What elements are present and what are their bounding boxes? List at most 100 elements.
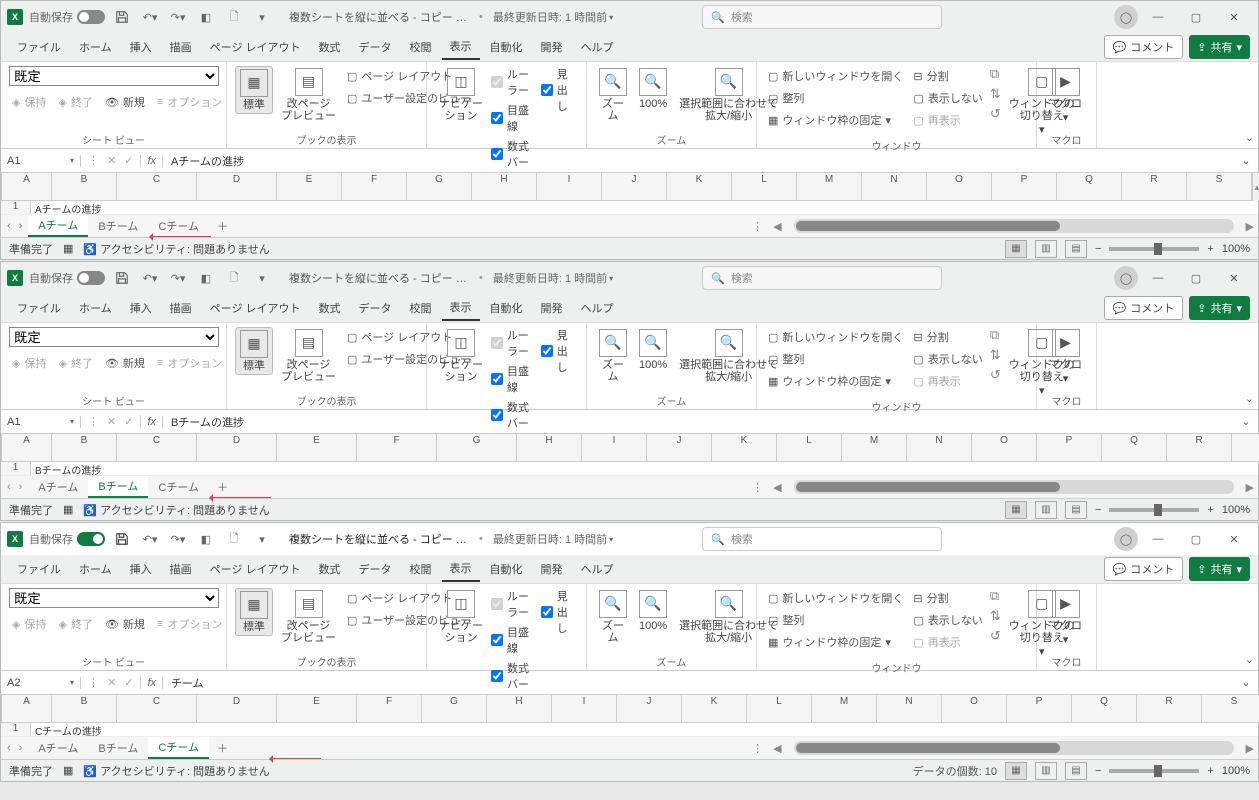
view-normal[interactable]: ▦標準 — [235, 66, 273, 114]
redo-icon[interactable]: ↷▾ — [167, 6, 189, 28]
zoom-in[interactable]: + — [1207, 243, 1213, 255]
minimize-button[interactable]: — — [1140, 264, 1176, 292]
view-pagebreak-btn[interactable]: ▤ — [1065, 240, 1087, 258]
comment-button[interactable]: 💬コメント — [1104, 557, 1184, 581]
comment-button[interactable]: 💬コメント — [1104, 35, 1184, 59]
zoom-100[interactable]: 🔍100% — [635, 66, 671, 112]
vscroll-up[interactable]: ▲ — [1252, 173, 1259, 201]
check-headings[interactable]: 見出し — [541, 66, 578, 114]
autosave-toggle[interactable] — [77, 271, 105, 285]
hide[interactable]: ▢表示しない — [910, 88, 985, 108]
user-avatar[interactable]: ◯ — [1114, 266, 1138, 290]
user-avatar[interactable]: ◯ — [1114, 527, 1138, 551]
menu-draw[interactable]: 描画 — [162, 35, 200, 59]
sheet-tab-c[interactable]: Cチーム — [148, 737, 209, 759]
menu-data[interactable]: データ — [351, 35, 400, 59]
touch-mode-icon[interactable]: ◧ — [195, 528, 217, 550]
sheetview-new[interactable]: 👁新規 — [102, 92, 148, 112]
menu-help[interactable]: ヘルプ — [573, 35, 622, 59]
column-headers[interactable]: A B C D E F G H I J K L M N O P Q R S — [2, 173, 1252, 201]
sheet-tab-a[interactable]: Aチーム — [28, 738, 88, 758]
fx-icon[interactable]: fx — [141, 155, 163, 167]
grid[interactable]: A B C D E F G H I J K L M N O P Q R S ▲ — [1, 173, 1258, 201]
sheetview-select[interactable]: 既定 — [9, 66, 219, 86]
redo-icon[interactable]: ↷▾ — [167, 528, 189, 550]
ribbon-collapse-icon[interactable]: ⌄ — [1245, 131, 1254, 144]
search-box[interactable]: 🔍検索 — [702, 527, 942, 551]
view-pagelayout-btn[interactable]: ▥ — [1035, 240, 1057, 258]
redo-icon[interactable]: ↷▾ — [167, 267, 189, 289]
arrange[interactable]: ▢整列 — [765, 88, 906, 108]
maximize-button[interactable]: ▢ — [1178, 525, 1214, 553]
expand-formula-icon[interactable]: ⌄ — [1234, 154, 1258, 167]
new-window[interactable]: ▢新しいウィンドウを開く — [765, 66, 906, 86]
accessibility-status[interactable]: ♿ アクセシビリティ: 問題ありません — [83, 241, 269, 257]
maximize-button[interactable]: ▢ — [1178, 264, 1214, 292]
add-sheet-button[interactable]: ＋ — [209, 218, 236, 234]
save-icon[interactable] — [111, 6, 133, 28]
menu-formulas[interactable]: 数式 — [311, 35, 349, 59]
navigation[interactable]: ◫ナビゲー ション — [435, 66, 487, 124]
sheet-tab-b[interactable]: Bチーム — [88, 476, 148, 498]
view-side-icon[interactable]: ⧉ — [990, 66, 1001, 82]
comment-button[interactable]: 💬コメント — [1104, 296, 1184, 320]
undo-icon[interactable]: ↶▾ — [139, 6, 161, 28]
check-ruler[interactable]: ルーラー — [491, 66, 537, 98]
file-new-icon[interactable]: 🗋 — [223, 6, 245, 28]
sheet-tab-a[interactable]: Aチーム — [28, 215, 88, 237]
qat-more-icon[interactable]: ▾ — [251, 267, 273, 289]
share-button[interactable]: ⇪共有▾ — [1189, 557, 1250, 581]
share-button[interactable]: ⇪共有▾ — [1189, 296, 1250, 320]
menu-review[interactable]: 校閲 — [402, 35, 440, 59]
close-button[interactable]: ✕ — [1216, 525, 1252, 553]
tab-split-handle[interactable]: ⋮ — [746, 220, 769, 233]
zoom-out[interactable]: − — [1095, 243, 1101, 255]
qat-more-icon[interactable]: ▾ — [251, 528, 273, 550]
sync-scroll-icon[interactable]: ⇅ — [990, 86, 1001, 102]
formula-input[interactable]: Bチームの進捗 — [163, 414, 1234, 430]
split[interactable]: ⊟分割 — [910, 66, 985, 86]
undo-icon[interactable]: ↶▾ — [139, 267, 161, 289]
close-button[interactable]: ✕ — [1216, 3, 1252, 31]
save-icon[interactable] — [111, 267, 133, 289]
name-box[interactable]: A1 — [1, 416, 81, 428]
autosave-toggle[interactable] — [77, 532, 105, 546]
share-button[interactable]: ⇪共有▾ — [1189, 35, 1250, 59]
formula-input[interactable]: Aチームの進捗 — [163, 153, 1234, 169]
search-box[interactable]: 🔍 検索 — [702, 5, 942, 29]
view-pagebreak[interactable]: ▤改ページ プレビュー — [277, 66, 340, 124]
record-macro-icon[interactable]: ▦ — [63, 242, 73, 255]
touch-mode-icon[interactable]: ◧ — [195, 267, 217, 289]
touch-mode-icon[interactable]: ◧ — [195, 6, 217, 28]
fb-more-icon[interactable]: ⋮ — [85, 154, 102, 167]
minimize-button[interactable]: — — [1140, 3, 1176, 31]
sheet-tab-c[interactable]: Cチーム — [148, 216, 209, 236]
zoom-slider[interactable] — [1109, 247, 1199, 251]
name-box[interactable]: A2 — [1, 677, 81, 689]
save-icon[interactable] — [111, 528, 133, 550]
sheet-tab-b[interactable]: Bチーム — [88, 738, 148, 758]
zoom[interactable]: 🔍ズーム — [595, 66, 631, 124]
tab-next-icon[interactable]: › — [19, 220, 23, 232]
select-all-cell[interactable] — [1, 173, 2, 201]
reset-pos-icon[interactable]: ↺ — [990, 106, 1001, 122]
tab-prev-icon[interactable]: ‹ — [7, 220, 11, 232]
user-avatar[interactable]: ◯ — [1114, 5, 1138, 29]
menu-view[interactable]: 表示 — [442, 34, 480, 60]
menu-layout[interactable]: ページ レイアウト — [202, 35, 309, 59]
menu-dev[interactable]: 開発 — [533, 35, 571, 59]
menu-insert[interactable]: 挿入 — [122, 35, 160, 59]
search-box[interactable]: 🔍検索 — [702, 266, 942, 290]
view-normal-btn[interactable]: ▦ — [1005, 240, 1027, 258]
menu-file[interactable]: ファイル — [9, 35, 69, 59]
autosave-toggle[interactable] — [77, 10, 105, 24]
menu-automate[interactable]: 自動化 — [482, 35, 531, 59]
sheet-tab-a[interactable]: Aチーム — [28, 477, 88, 497]
name-box[interactable]: A1 — [1, 155, 81, 167]
formula-input[interactable]: チーム — [163, 675, 1234, 691]
sheet-tab-c[interactable]: Cチーム — [148, 477, 209, 497]
close-button[interactable]: ✕ — [1216, 264, 1252, 292]
hscroll[interactable] — [794, 219, 1234, 233]
maximize-button[interactable]: ▢ — [1178, 3, 1214, 31]
minimize-button[interactable]: — — [1140, 525, 1176, 553]
